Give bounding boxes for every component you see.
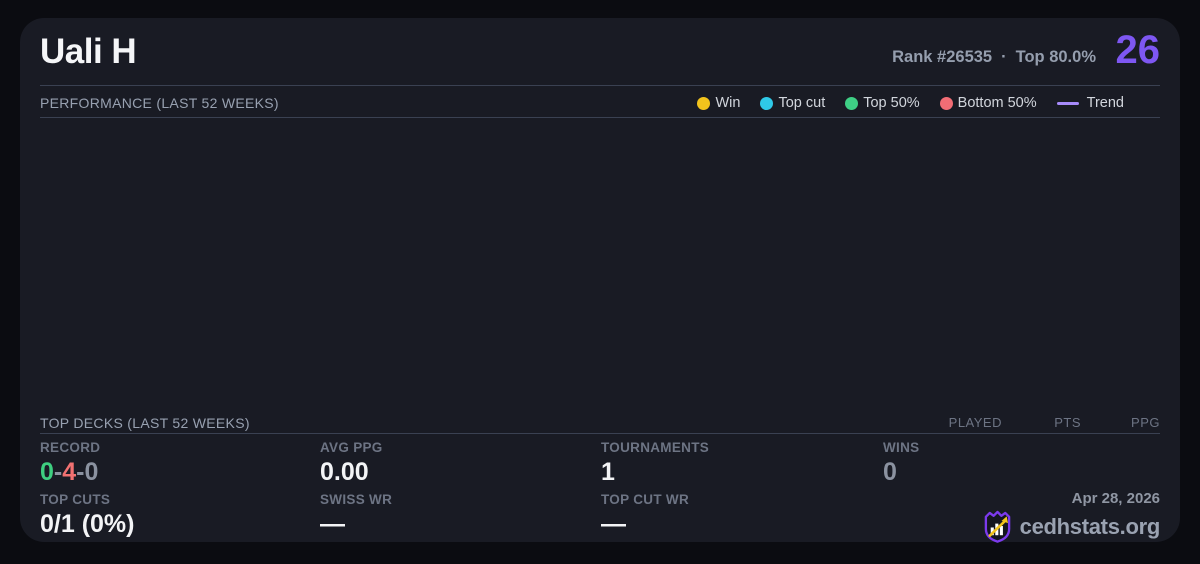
legend-item-bottom50: Bottom 50% [940, 95, 1037, 111]
stat-swiss-wr-value: — [320, 510, 392, 539]
legend-item-top50: Top 50% [845, 95, 919, 111]
stat-tournaments-value: 1 [601, 458, 709, 487]
stat-tournaments-label: TOURNAMENTS [601, 440, 709, 455]
legend-label-top-cut: Top cut [778, 95, 825, 111]
performance-header-row: PERFORMANCE (LAST 52 WEEKS) Win Top cut … [40, 91, 1160, 115]
record-wins: 0 [40, 458, 54, 486]
stat-top-cut-wr-label: TOP CUT WR [601, 492, 689, 507]
stat-top-cuts: TOP CUTS 0/1 (0%) [40, 492, 134, 539]
footer-branding: Apr 28, 2026 cedhstats.org [982, 490, 1160, 543]
rank-line: Rank #26535 · Top 80.0% [892, 48, 1096, 67]
stat-swiss-wr: SWISS WR — [320, 492, 392, 539]
stat-top-cuts-value: 0/1 (0%) [40, 510, 134, 539]
chart-legend: Win Top cut Top 50% Bottom 50% Trend [697, 95, 1124, 111]
cedhstats-brand[interactable]: cedhstats.org [982, 510, 1160, 543]
performance-chart [40, 118, 1160, 413]
legend-label-trend: Trend [1087, 95, 1124, 111]
stat-swiss-wr-label: SWISS WR [320, 492, 392, 507]
record-separator: - [54, 458, 62, 486]
record-losses: 4 [62, 458, 76, 486]
rank-separator-dot: · [1001, 48, 1007, 67]
stat-top-cuts-label: TOP CUTS [40, 492, 134, 507]
top-decks-header-row: TOP DECKS (LAST 52 WEEKS) PLAYED PTS PPG [40, 412, 1160, 433]
stat-record-label: RECORD [40, 440, 100, 455]
legend-label-top50: Top 50% [863, 95, 919, 111]
top50-dot-icon [845, 97, 858, 110]
top-decks-divider [40, 433, 1160, 434]
stat-wins: WINS 0 [883, 440, 919, 487]
stat-avg-ppg-value: 0.00 [320, 458, 383, 487]
column-header-ppg: PPG [1081, 415, 1160, 430]
stat-wins-label: WINS [883, 440, 919, 455]
shield-bar-chart-arrow-icon [982, 510, 1013, 543]
top-cut-dot-icon [760, 97, 773, 110]
record-draws: 0 [84, 458, 98, 486]
column-header-played: PLAYED [923, 415, 1002, 430]
stat-record-value: 0-4-0 [40, 458, 100, 487]
legend-label-bottom50: Bottom 50% [958, 95, 1037, 111]
top-percent-label: Top 80.0% [1016, 48, 1096, 67]
bottom50-dot-icon [940, 97, 953, 110]
stat-record: RECORD 0-4-0 [40, 440, 100, 487]
stat-tournaments: TOURNAMENTS 1 [601, 440, 709, 487]
player-name: Uali H [40, 32, 136, 72]
performance-section-title: PERFORMANCE (LAST 52 WEEKS) [40, 95, 279, 111]
legend-item-top-cut: Top cut [760, 95, 825, 111]
stat-wins-value: 0 [883, 458, 919, 487]
stat-avg-ppg-label: AVG PPG [320, 440, 383, 455]
legend-item-win: Win [697, 95, 740, 111]
win-dot-icon [697, 97, 710, 110]
top-decks-column-headers: PLAYED PTS PPG [923, 415, 1160, 430]
site-name: cedhstats.org [1020, 514, 1160, 540]
card-date: Apr 28, 2026 [1072, 490, 1160, 507]
column-header-pts: PTS [1002, 415, 1081, 430]
stat-top-cut-wr: TOP CUT WR — [601, 492, 689, 539]
rank-label: Rank #26535 [892, 48, 992, 67]
top-decks-section-title: TOP DECKS (LAST 52 WEEKS) [40, 415, 250, 431]
player-stats-card: Uali H Rank #26535 · Top 80.0% 26 PERFOR… [20, 18, 1180, 542]
legend-item-trend: Trend [1057, 95, 1124, 111]
title-divider [40, 85, 1160, 86]
stat-top-cut-wr-value: — [601, 510, 689, 539]
stat-avg-ppg: AVG PPG 0.00 [320, 440, 383, 487]
legend-label-win: Win [715, 95, 740, 111]
player-score: 26 [1116, 28, 1161, 73]
trend-line-icon [1057, 102, 1079, 105]
